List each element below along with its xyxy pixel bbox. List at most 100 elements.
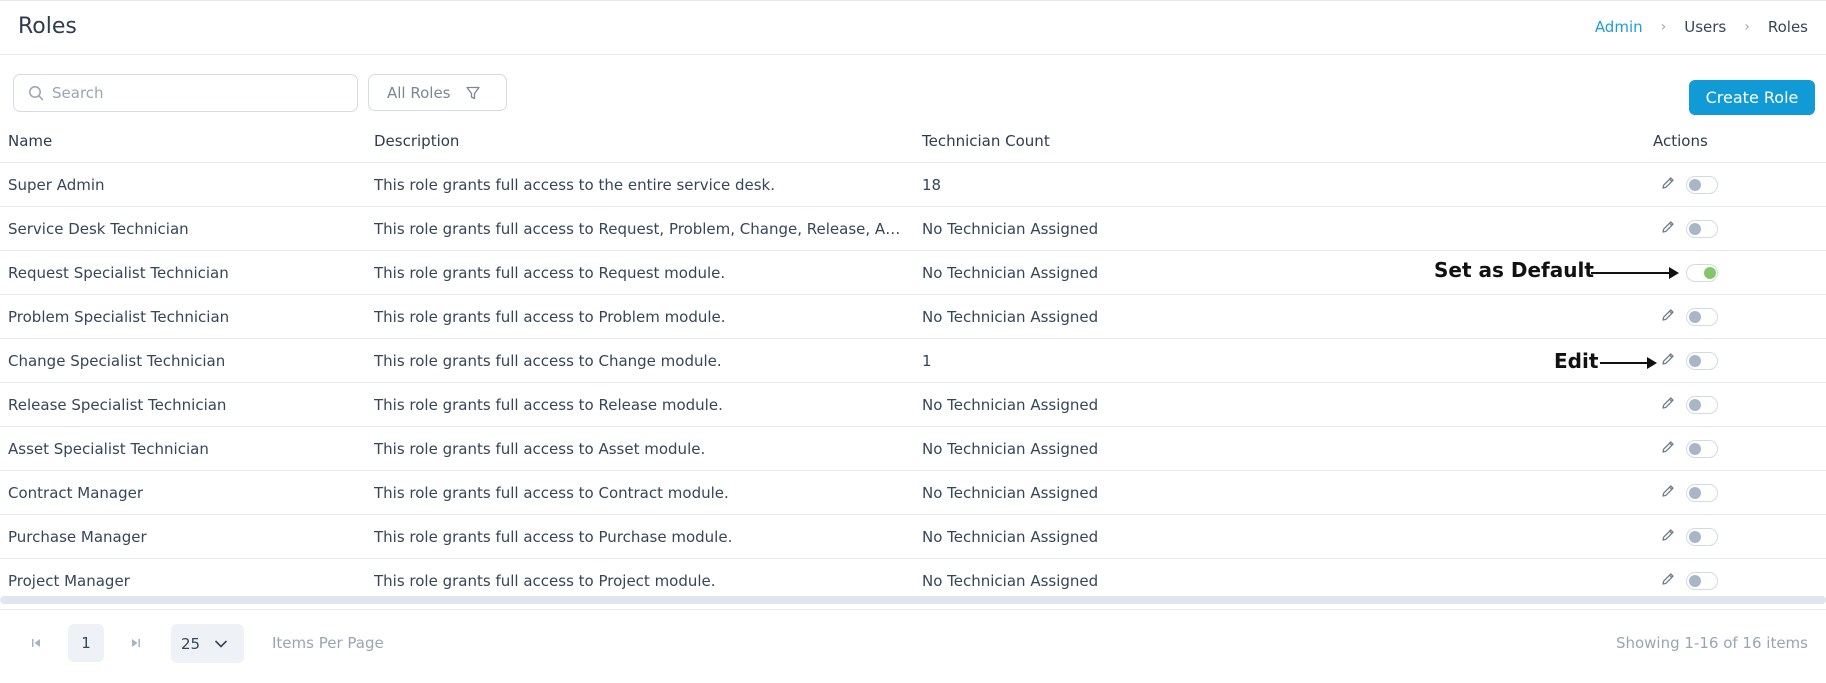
role-name[interactable]: Purchase Manager bbox=[8, 528, 147, 546]
technician-count: No Technician Assigned bbox=[922, 307, 1099, 326]
header-description[interactable]: Description bbox=[374, 132, 904, 150]
header-name[interactable]: Name bbox=[8, 132, 52, 150]
page-number[interactable]: 1 bbox=[68, 624, 104, 662]
role-description: This role grants full access to Purchase… bbox=[374, 527, 733, 546]
row-actions bbox=[1660, 515, 1718, 559]
role-name[interactable]: Request Specialist Technician bbox=[8, 264, 229, 282]
breadcrumb-admin[interactable]: Admin bbox=[1595, 18, 1643, 36]
technician-count: No Technician Assigned bbox=[922, 572, 1099, 590]
set-default-toggle[interactable] bbox=[1686, 220, 1718, 238]
last-page-button[interactable] bbox=[122, 629, 150, 657]
pagination-summary: Showing 1-16 of 16 items bbox=[1615, 634, 1808, 652]
set-default-toggle[interactable] bbox=[1686, 440, 1718, 458]
search-input[interactable] bbox=[52, 84, 342, 102]
horizontal-scrollbar[interactable] bbox=[0, 596, 1826, 604]
set-default-toggle[interactable] bbox=[1686, 572, 1718, 590]
technician-count: No Technician Assigned bbox=[922, 263, 1099, 282]
table-body: Super Admin This role grants full access … bbox=[0, 163, 1826, 603]
edit-icon[interactable] bbox=[1660, 395, 1680, 415]
role-name[interactable]: Super Admin bbox=[8, 176, 105, 194]
set-default-toggle[interactable] bbox=[1686, 352, 1718, 370]
row-actions bbox=[1660, 383, 1718, 427]
table-row[interactable]: Purchase Manager This role grants full ac… bbox=[0, 515, 1826, 559]
breadcrumb-users[interactable]: Users bbox=[1684, 18, 1726, 36]
role-name[interactable]: Project Manager bbox=[8, 572, 130, 590]
last-page-icon bbox=[132, 639, 140, 647]
role-name[interactable]: Contract Manager bbox=[8, 484, 143, 502]
role-description: This role grants full access to Problem … bbox=[374, 307, 726, 326]
row-actions bbox=[1660, 339, 1718, 383]
edit-icon[interactable] bbox=[1660, 439, 1680, 459]
chevron-right-icon: › bbox=[1744, 19, 1750, 35]
role-description: This role grants full access to the enti… bbox=[374, 175, 776, 194]
first-page-button[interactable] bbox=[22, 629, 50, 657]
page-header: Roles Admin › Users › Roles bbox=[0, 0, 1826, 55]
role-description: This role grants full access to Release … bbox=[374, 395, 723, 414]
items-per-page-select[interactable]: 25 bbox=[171, 624, 244, 663]
role-description: This role grants full access to Asset mo… bbox=[374, 439, 706, 458]
chevron-down-icon bbox=[215, 639, 228, 648]
items-per-page-label: Items Per Page bbox=[272, 634, 384, 652]
role-name[interactable]: Release Specialist Technician bbox=[8, 396, 226, 414]
arrow-icon bbox=[1591, 267, 1679, 279]
search-icon bbox=[29, 86, 44, 101]
technician-count: 1 bbox=[922, 351, 932, 370]
technician-count: No Technician Assigned bbox=[922, 527, 1099, 546]
header-actions: Actions bbox=[1653, 132, 1708, 150]
toggle-knob bbox=[1704, 267, 1716, 279]
arrow-icon bbox=[1600, 357, 1657, 369]
search-box[interactable] bbox=[13, 74, 358, 112]
role-name[interactable]: Service Desk Technician bbox=[8, 220, 189, 238]
filter-icon bbox=[465, 86, 480, 99]
role-description: This role grants full access to Change m… bbox=[374, 351, 722, 370]
table-row[interactable]: Contract Manager This role grants full ac… bbox=[0, 471, 1826, 515]
toggle-knob bbox=[1689, 487, 1701, 499]
role-description: This role grants full access to Project … bbox=[374, 572, 716, 590]
toggle-knob bbox=[1689, 575, 1701, 587]
set-default-toggle[interactable] bbox=[1686, 528, 1718, 546]
toggle-knob bbox=[1689, 311, 1701, 323]
technician-count: No Technician Assigned bbox=[922, 439, 1099, 458]
table-row[interactable]: Asset Specialist Technician This role gra… bbox=[0, 427, 1826, 471]
edit-icon[interactable] bbox=[1660, 219, 1680, 239]
set-default-toggle[interactable] bbox=[1686, 484, 1718, 502]
set-default-toggle[interactable] bbox=[1686, 264, 1718, 282]
create-role-button[interactable]: Create Role bbox=[1689, 80, 1815, 115]
edit-icon[interactable] bbox=[1660, 527, 1680, 547]
edit-icon[interactable] bbox=[1660, 571, 1680, 591]
role-name[interactable]: Change Specialist Technician bbox=[8, 352, 225, 370]
technician-count: 18 bbox=[922, 175, 942, 194]
row-actions bbox=[1660, 163, 1718, 207]
set-default-annotation: Set as Default bbox=[1434, 258, 1594, 282]
row-actions bbox=[1660, 427, 1718, 471]
table-row[interactable]: Release Specialist Technician This role g… bbox=[0, 383, 1826, 427]
role-filter-dropdown[interactable]: All Roles bbox=[368, 74, 507, 111]
table-row[interactable]: Super Admin This role grants full access … bbox=[0, 163, 1826, 207]
table-row[interactable]: Change Specialist Technician This role gr… bbox=[0, 339, 1826, 383]
edit-icon[interactable] bbox=[1660, 351, 1680, 371]
header-technician-count[interactable]: Technician Count bbox=[922, 132, 1050, 150]
items-per-page-value: 25 bbox=[181, 634, 201, 653]
edit-icon[interactable] bbox=[1660, 483, 1680, 503]
set-default-toggle[interactable] bbox=[1686, 176, 1718, 194]
role-name[interactable]: Asset Specialist Technician bbox=[8, 440, 209, 458]
breadcrumb: Admin › Users › Roles bbox=[1595, 18, 1808, 36]
toggle-knob bbox=[1689, 179, 1701, 191]
edit-annotation: Edit bbox=[1554, 349, 1599, 373]
role-name[interactable]: Problem Specialist Technician bbox=[8, 308, 229, 326]
pagination: 1 bbox=[22, 624, 150, 662]
role-description: This role grants full access to Request,… bbox=[374, 219, 904, 238]
row-actions bbox=[1660, 207, 1718, 251]
edit-icon[interactable] bbox=[1660, 307, 1680, 327]
toggle-knob bbox=[1689, 443, 1701, 455]
table-row[interactable]: Problem Specialist Technician This role g… bbox=[0, 295, 1826, 339]
technician-count: No Technician Assigned bbox=[922, 483, 1099, 502]
edit-icon[interactable] bbox=[1660, 175, 1680, 195]
set-default-toggle[interactable] bbox=[1686, 396, 1718, 414]
roles-table: Name Description Technician Count Action… bbox=[0, 120, 1826, 603]
divider bbox=[0, 609, 1826, 610]
table-row[interactable]: Service Desk Technician This role grants … bbox=[0, 207, 1826, 251]
role-description: This role grants full access to Request … bbox=[374, 263, 726, 282]
table-header: Name Description Technician Count Action… bbox=[0, 120, 1826, 163]
set-default-toggle[interactable] bbox=[1686, 308, 1718, 326]
